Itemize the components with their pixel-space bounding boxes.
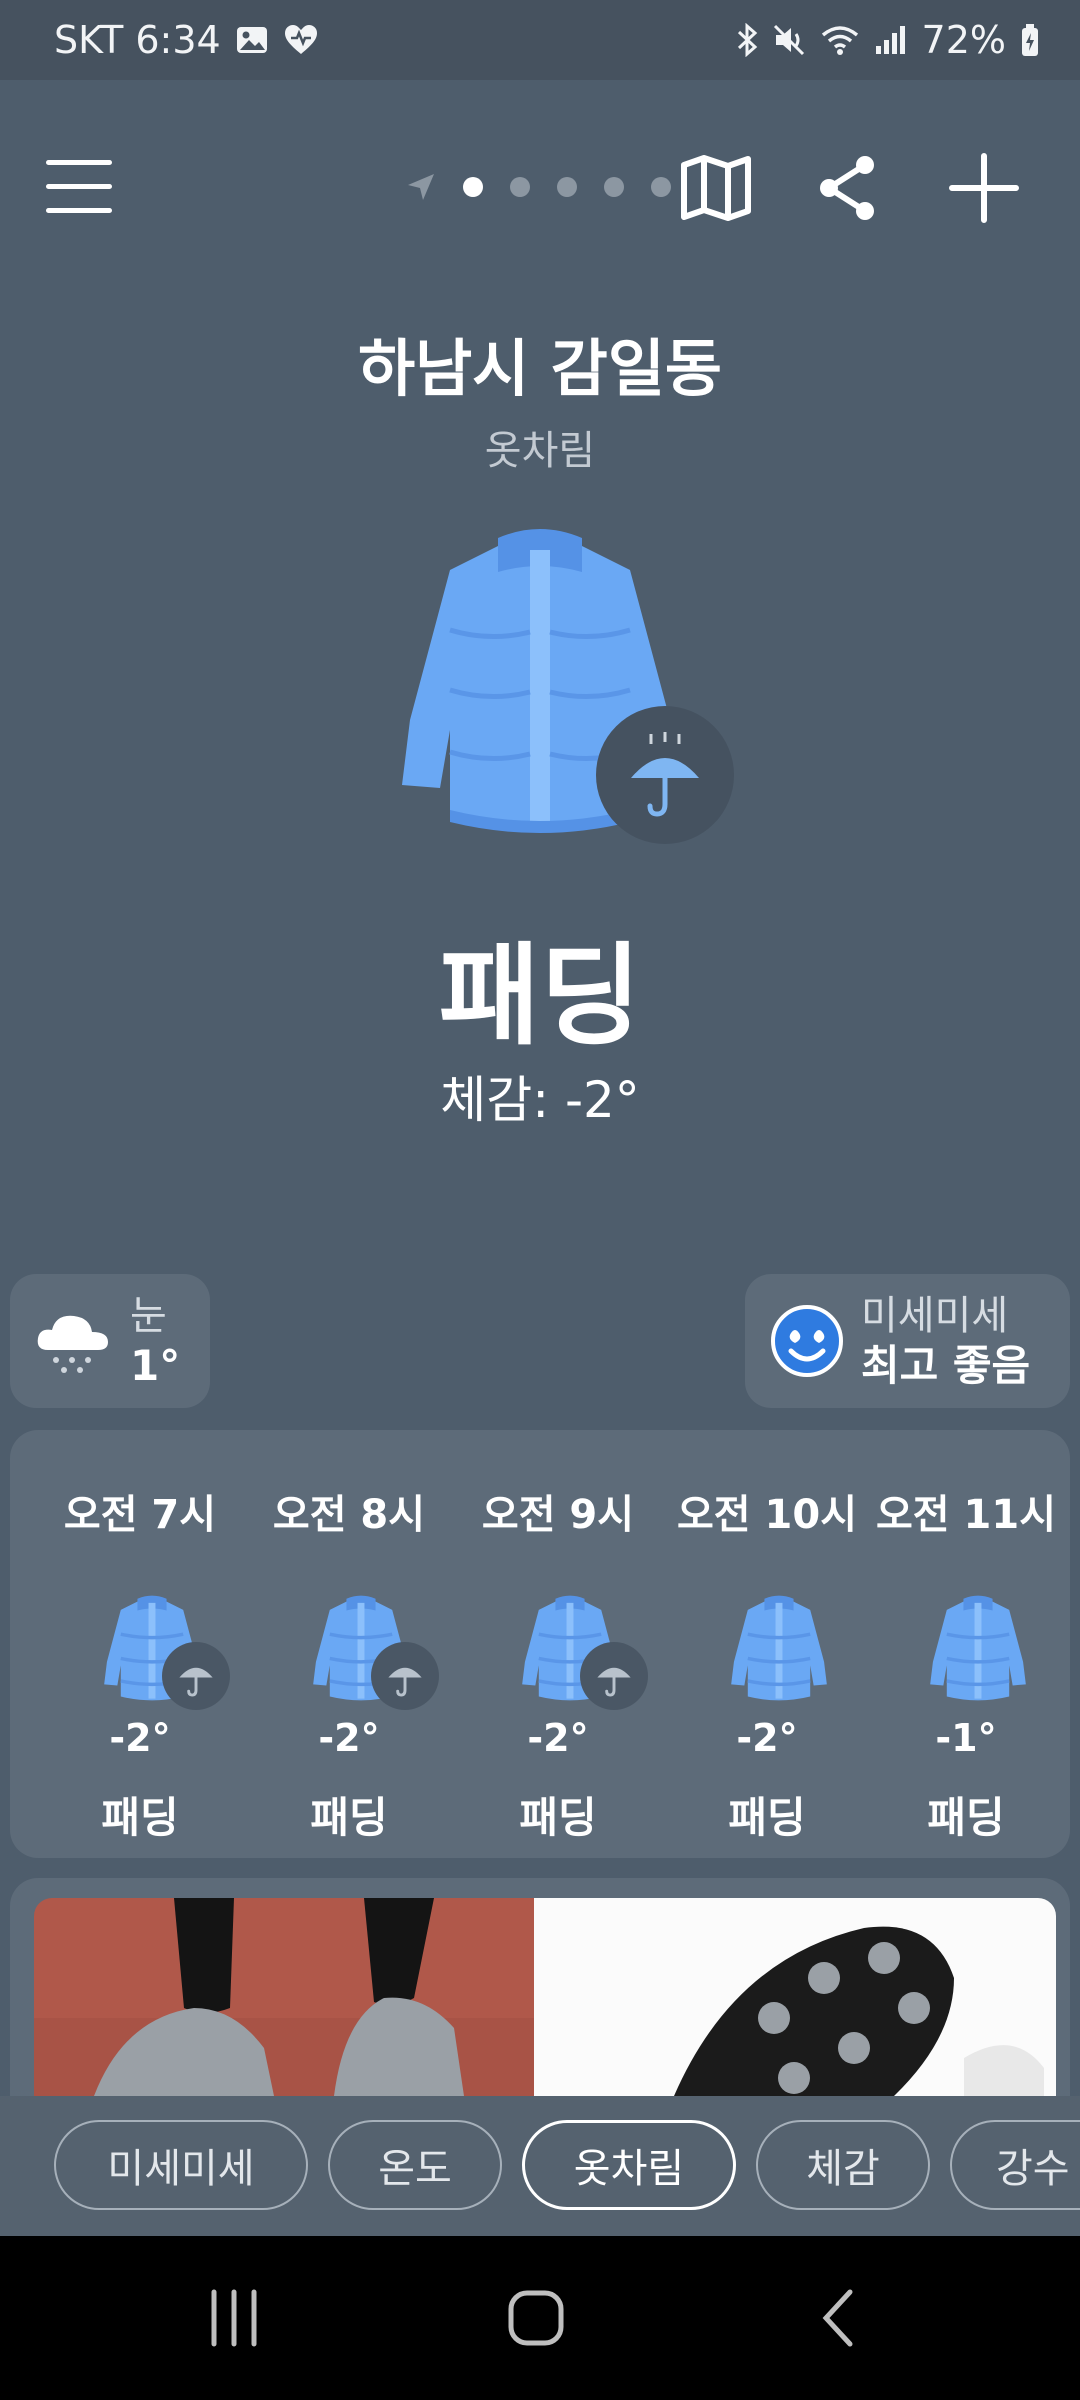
location-title: 하남시 감일동 <box>358 332 722 405</box>
tab-precipitation[interactable]: 강수 <box>950 2120 1080 2210</box>
layer-tab-bar: 미세미세 온도 옷차림 체감 강수 <box>0 2096 1080 2236</box>
share-button[interactable] <box>808 148 888 228</box>
hour-temp: -2° <box>109 1716 171 1760</box>
hour-time: 오전 11시 <box>876 1492 1056 1538</box>
umbrella-badge <box>162 1642 230 1710</box>
page-dot[interactable] <box>557 177 577 197</box>
hour-outfit: 패딩 <box>310 1793 388 1842</box>
hour-temp: -1° <box>935 1716 997 1760</box>
wifi-icon <box>820 23 860 57</box>
dust-status: 최고 좋음 <box>861 1341 1031 1390</box>
snow-cloud-icon <box>34 1306 112 1376</box>
umbrella-badge <box>596 706 734 844</box>
smile-heart-eyes-icon <box>769 1303 845 1379</box>
menu-button[interactable] <box>44 150 116 222</box>
hour-time: 오전 7시 <box>63 1492 217 1538</box>
carrier-time: SKT 6:34 <box>54 18 221 62</box>
battery-icon <box>1020 23 1040 57</box>
hour-temp: -2° <box>527 1716 589 1760</box>
share-icon <box>820 156 874 220</box>
dust-chip-text: 미세미세 최고 좋음 <box>861 1291 1030 1391</box>
umbrella-icon <box>388 1667 422 1697</box>
page-subtitle: 옷차림 <box>484 428 596 474</box>
hour-temp: -2° <box>318 1716 380 1760</box>
hamburger-menu-icon <box>46 160 112 213</box>
back-button[interactable] <box>790 2272 890 2364</box>
status-left: SKT 6:34 <box>54 18 319 62</box>
map-button[interactable] <box>676 148 756 228</box>
plus-icon <box>949 153 1019 223</box>
mute-icon <box>772 23 806 57</box>
hourly-item[interactable]: 오전 11시 -1° 패딩 <box>866 1430 1066 1858</box>
gallery-icon <box>235 25 269 55</box>
dust-label: 미세미세 <box>861 1293 1009 1339</box>
weather-temp: 1° <box>130 1341 181 1390</box>
hour-outfit: 패딩 <box>519 1793 597 1842</box>
tab-temperature[interactable]: 온도 <box>328 2120 502 2210</box>
weather-label: 눈 <box>130 1293 167 1339</box>
ad-banner[interactable] <box>10 1878 1070 2096</box>
hour-outfit: 패딩 <box>101 1793 179 1842</box>
top-action-bar <box>0 130 1080 250</box>
tab-outfit[interactable]: 옷차림 <box>522 2120 736 2210</box>
page-indicator[interactable] <box>406 172 671 202</box>
hour-outfit: 패딩 <box>728 1793 806 1842</box>
battery-percent: 72% <box>921 18 1006 62</box>
page-dot[interactable] <box>463 177 483 197</box>
current-location-arrow-icon <box>408 174 434 200</box>
page-dot[interactable] <box>510 177 530 197</box>
hour-time: 오전 9시 <box>481 1492 635 1538</box>
back-chevron-icon <box>822 2289 853 2347</box>
hour-time: 오전 8시 <box>272 1492 426 1538</box>
weather-chip-text: 눈 1° <box>130 1291 180 1391</box>
status-right: 72% <box>736 18 1040 62</box>
bluetooth-icon <box>736 23 758 57</box>
umbrella-icon <box>597 1667 631 1697</box>
tab-feels-like[interactable]: 체감 <box>756 2120 930 2210</box>
weather-chip[interactable]: 눈 1° <box>10 1274 210 1408</box>
map-icon <box>681 155 751 221</box>
hour-temp: -2° <box>736 1716 798 1760</box>
hour-outfit: 패딩 <box>927 1793 1005 1842</box>
feels-like-temp: 체감: -2° <box>440 1071 640 1129</box>
hourly-item[interactable]: 오전 9시 -2° 패딩 <box>458 1430 658 1858</box>
umbrella-icon <box>631 732 699 817</box>
recent-apps-icon <box>211 2289 257 2347</box>
hour-time: 오전 10시 <box>677 1492 857 1538</box>
signal-icon <box>874 24 908 56</box>
status-bar: SKT 6:34 72% <box>0 0 1080 80</box>
system-navigation-bar <box>0 2236 1080 2400</box>
hourly-forecast-card[interactable]: 오전 7시 -2° 패딩 오전 8시 -2° 패딩 오전 9시 -2° 패딩 오… <box>10 1430 1070 1858</box>
page-dot[interactable] <box>651 177 671 197</box>
ad-image[interactable] <box>34 1898 1056 2096</box>
hourly-item[interactable]: 오전 10시 -2° 패딩 <box>667 1430 867 1858</box>
recent-apps-button[interactable] <box>184 2272 284 2364</box>
outfit-name: 패딩 <box>438 932 642 1060</box>
shoe-ad-image <box>34 1898 1056 2096</box>
add-location-button[interactable] <box>944 148 1024 228</box>
umbrella-badge <box>371 1642 439 1710</box>
home-icon <box>508 2290 564 2346</box>
tab-fine-dust[interactable]: 미세미세 <box>54 2120 308 2210</box>
page-dot[interactable] <box>604 177 624 197</box>
umbrella-icon <box>179 1667 213 1697</box>
fine-dust-chip[interactable]: 미세미세 최고 좋음 <box>745 1274 1070 1408</box>
home-button[interactable] <box>486 2272 586 2364</box>
puffer-jacket-icon <box>926 1590 1030 1710</box>
health-heart-icon <box>283 24 319 56</box>
puffer-jacket-icon <box>727 1590 831 1710</box>
hourly-item[interactable]: 오전 8시 -2° 패딩 <box>249 1430 449 1858</box>
hourly-item[interactable]: 오전 7시 -2° 패딩 <box>40 1430 240 1858</box>
umbrella-badge <box>580 1642 648 1710</box>
